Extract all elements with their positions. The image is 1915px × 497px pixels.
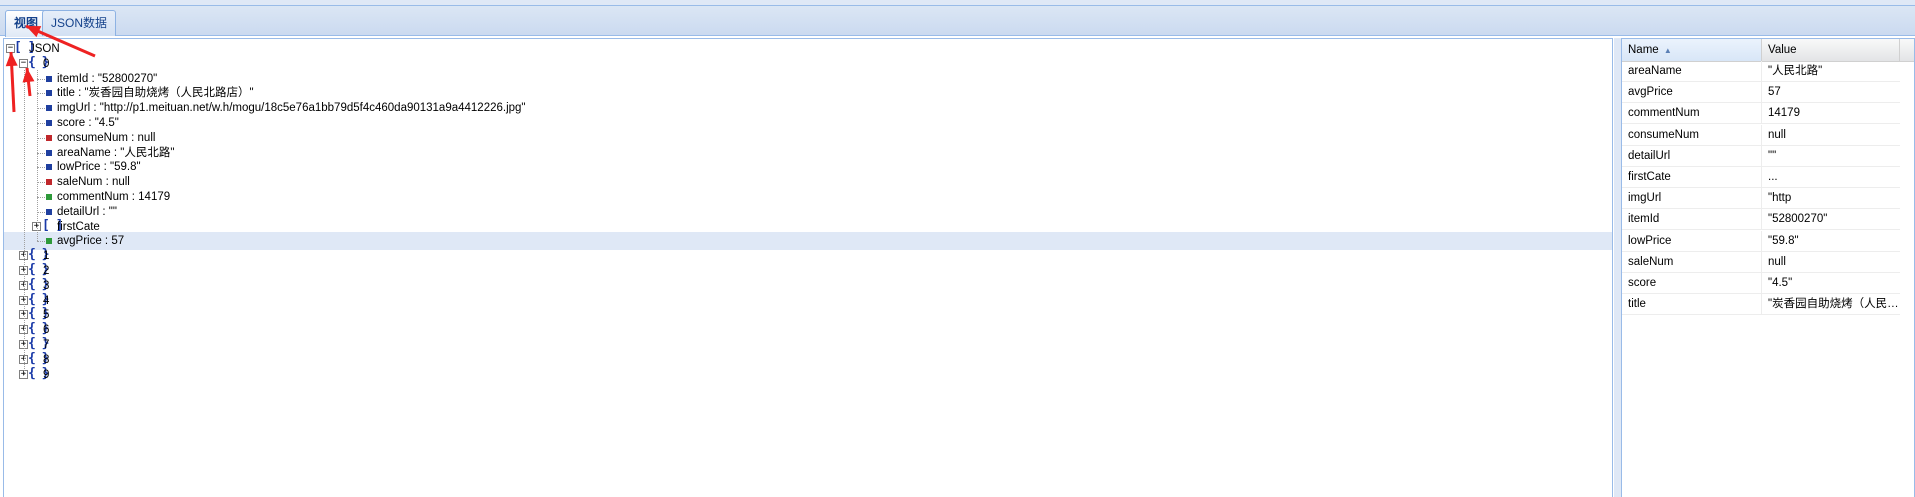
grid-row[interactable]: saleNum null xyxy=(1622,251,1900,273)
grid-row[interactable]: areaName "人民北路" xyxy=(1622,61,1900,82)
string-value-icon xyxy=(46,149,52,156)
grid-name-cell: consumeNum xyxy=(1622,124,1762,145)
grid-name-cell: imgUrl xyxy=(1622,188,1762,209)
tree-guide-line xyxy=(37,182,45,184)
number-value-icon xyxy=(46,238,52,245)
tree-guide-line xyxy=(37,197,45,198)
grid-name-cell: areaName xyxy=(1622,61,1762,81)
grid-value-cell[interactable]: null xyxy=(1762,252,1900,272)
grid-value-cell[interactable]: 14179 xyxy=(1762,103,1900,123)
grid-name-cell: avgPrice xyxy=(1622,82,1762,103)
grid-row[interactable]: firstCate... xyxy=(1622,167,1900,188)
grid-name-cell: score xyxy=(1622,273,1762,293)
null-value-icon xyxy=(46,134,52,141)
json-tree-panel: −[ ] JSON −{ } 0 itemId : "52800270" title : … xyxy=(3,38,1613,497)
grid-value-cell[interactable]: "4.5" xyxy=(1762,273,1900,293)
grid-row[interactable]: title"炭香园自助烧烤（人民北路店）" xyxy=(1622,294,1900,316)
sort-ascending-icon: ▲ xyxy=(1663,46,1672,55)
tree-guide-line xyxy=(37,211,45,213)
string-value-icon xyxy=(46,164,52,171)
grid-value-cell[interactable]: null xyxy=(1762,125,1900,145)
name-column-header[interactable]: Name ▲ xyxy=(1622,39,1762,61)
grid-row[interactable]: avgPrice 57 xyxy=(1622,82,1900,104)
property-grid-panel: Name ▲ Value areaName "人民北路" avgPrice 57 com… xyxy=(1621,38,1915,497)
grid-name-cell: lowPrice xyxy=(1622,230,1762,251)
grid-row[interactable]: imgUrl "http xyxy=(1622,188,1900,210)
tab-bar: 视图 JSON数据 xyxy=(0,5,1915,37)
grid-row[interactable]: lowPrice "59.8" xyxy=(1622,230,1900,252)
grid-value-cell[interactable]: ... xyxy=(1762,167,1900,187)
grid-row[interactable]: consumeNum null xyxy=(1622,124,1900,146)
grid-value-cell[interactable]: "59.8" xyxy=(1762,231,1900,251)
grid-value-cell[interactable]: "http xyxy=(1762,188,1900,208)
tree-row[interactable]: +{ } 9 xyxy=(4,366,1612,384)
annotation-arrow-head xyxy=(5,52,18,67)
grid-name-cell: firstCate xyxy=(1622,167,1762,187)
name-header-label: Name xyxy=(1628,44,1659,56)
header-spacer xyxy=(1900,39,1914,61)
grid-value-cell[interactable]: "52800270" xyxy=(1762,209,1900,229)
grid-name-cell: commentNum xyxy=(1622,103,1762,124)
grid-row[interactable]: detailUrl "" xyxy=(1622,145,1900,167)
null-value-icon xyxy=(46,179,52,186)
tree-guide-line xyxy=(37,241,45,243)
annotation-arrows xyxy=(5,24,96,113)
tree-guide-line xyxy=(37,167,45,169)
grid-row[interactable]: itemId "52800270" xyxy=(1622,209,1900,231)
grid-row[interactable]: score "4.5" xyxy=(1622,273,1900,294)
grid-row[interactable]: commentNum 14179 xyxy=(1622,103,1900,125)
tree-node-label: 9 xyxy=(43,368,50,381)
tree-guide-line xyxy=(37,137,45,139)
grid-value-cell[interactable]: "人民北路" xyxy=(1762,61,1900,81)
grid-name-cell: saleNum xyxy=(1622,251,1762,272)
tree-guide-line xyxy=(37,152,45,154)
grid-value-cell[interactable]: "" xyxy=(1762,146,1900,166)
panel-splitter[interactable] xyxy=(1614,38,1621,497)
number-value-icon xyxy=(46,194,52,200)
string-value-icon xyxy=(46,208,52,215)
value-column-header[interactable]: Value xyxy=(1762,39,1900,61)
grid-name-cell: detailUrl xyxy=(1622,145,1762,166)
grid-name-cell: title xyxy=(1622,294,1762,315)
grid-value-cell[interactable]: "炭香园自助烧烤（人民北路店）" xyxy=(1762,294,1900,314)
grid-name-cell: itemId xyxy=(1622,209,1762,230)
grid-header: Name ▲ Value xyxy=(1622,39,1914,62)
grid-value-cell[interactable]: 57 xyxy=(1762,82,1900,102)
